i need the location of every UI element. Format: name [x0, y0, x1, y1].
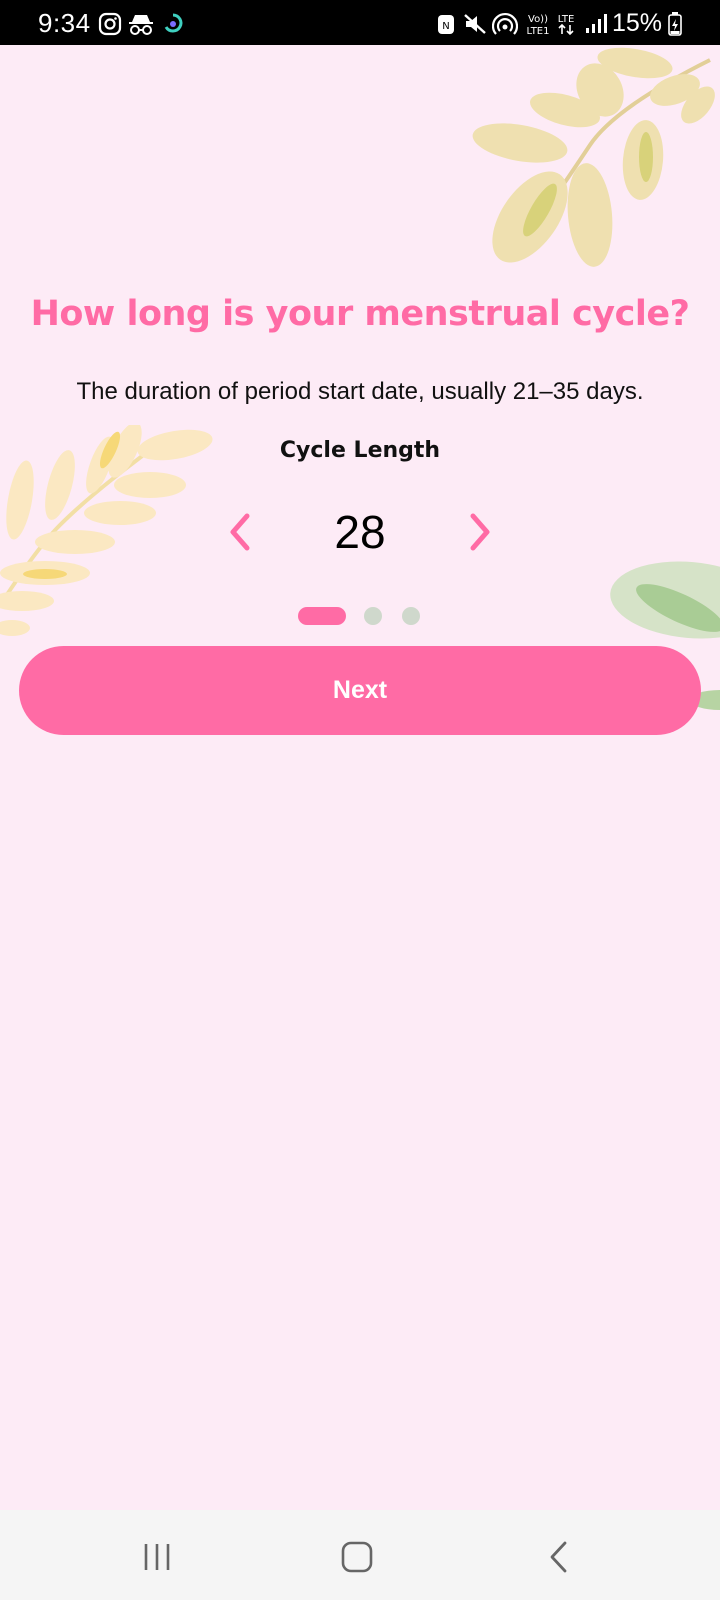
- page-dot: [364, 607, 382, 625]
- decrease-button[interactable]: [220, 510, 260, 554]
- volte-icon: Vo)) LTE1: [524, 12, 552, 41]
- leaf-branch-decoration-top: [472, 47, 715, 267]
- svg-text:Vo)): Vo)): [528, 14, 548, 25]
- home-button[interactable]: [327, 1532, 387, 1582]
- recents-icon: [144, 1544, 170, 1570]
- recents-button[interactable]: [127, 1532, 187, 1582]
- svg-text:LTE1: LTE1: [527, 26, 550, 36]
- next-button[interactable]: Next: [19, 646, 701, 735]
- battery-icon: [668, 12, 682, 41]
- nfc-icon: N: [436, 12, 456, 41]
- cycle-length-value: 28: [334, 506, 386, 558]
- page-dot-active: [298, 607, 346, 625]
- page-subtitle: The duration of period start date, usual…: [76, 378, 644, 405]
- svg-text:LTE: LTE: [558, 14, 575, 25]
- cycle-length-label: Cycle Length: [279, 438, 441, 463]
- navigation-bar: [0, 1510, 720, 1600]
- battery-percentage: 15%: [612, 9, 663, 37]
- chevron-left-icon: [230, 513, 250, 551]
- back-button[interactable]: [530, 1532, 590, 1582]
- page-dot: [402, 607, 420, 625]
- increase-button[interactable]: [460, 510, 500, 554]
- status-time: 9:34: [38, 8, 91, 38]
- status-bar: 9:34 N Vo)) LTE1 LTE 15%: [0, 0, 720, 45]
- signal-icon: [584, 12, 608, 39]
- hotspot-icon: [491, 12, 519, 41]
- back-icon: [550, 1541, 567, 1573]
- svg-text:N: N: [442, 21, 449, 32]
- chevron-right-icon: [470, 513, 490, 551]
- lte-icon: LTE: [554, 12, 578, 41]
- loading-app-icon: [162, 12, 184, 39]
- mute-icon: [463, 12, 487, 41]
- home-icon: [341, 1541, 373, 1573]
- incognito-icon: [128, 12, 154, 41]
- instagram-icon: [98, 12, 122, 41]
- page-title: How long is your menstrual cycle?: [30, 294, 690, 334]
